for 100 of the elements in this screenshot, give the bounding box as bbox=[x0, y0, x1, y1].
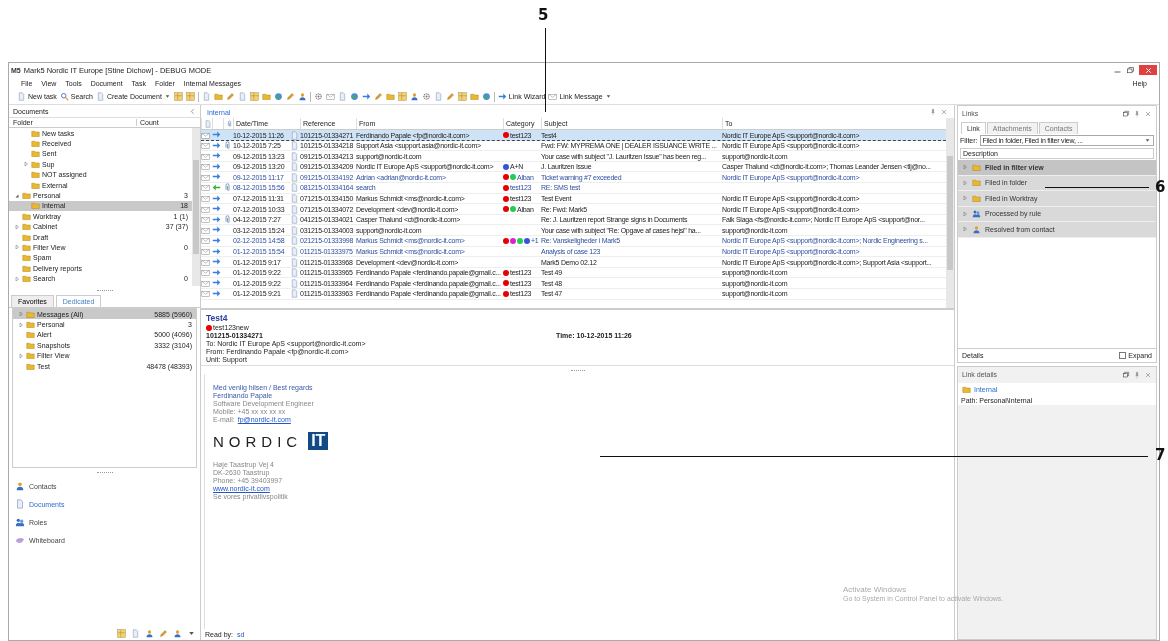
arrow-icon bbox=[497, 92, 507, 101]
close-icon bbox=[1144, 371, 1152, 379]
globe-icon bbox=[349, 92, 359, 101]
folder-icon bbox=[261, 92, 271, 101]
document-icon bbox=[433, 92, 443, 101]
callout-number: 5 bbox=[538, 6, 549, 24]
document-icon bbox=[17, 92, 26, 101]
envelope-icon bbox=[201, 194, 210, 204]
envelope-icon bbox=[201, 257, 210, 267]
chevron-icon bbox=[189, 108, 196, 115]
table-icon bbox=[397, 92, 407, 101]
toolbar-button[interactable] bbox=[421, 92, 431, 101]
table-icon bbox=[173, 92, 183, 101]
envelope-icon bbox=[201, 151, 210, 161]
restore-button[interactable] bbox=[1126, 65, 1135, 75]
expander-icon bbox=[962, 195, 968, 202]
settings-icon bbox=[313, 92, 323, 101]
toolbar-button[interactable] bbox=[273, 92, 283, 101]
callout-number: 6 bbox=[1155, 178, 1166, 196]
scrollbar[interactable] bbox=[946, 118, 954, 308]
caret-icon bbox=[163, 93, 171, 100]
toolbar-button[interactable] bbox=[173, 629, 182, 638]
envelope-icon bbox=[201, 236, 210, 246]
caret-icon bbox=[604, 93, 612, 100]
pin-icon bbox=[1133, 110, 1141, 118]
restore-icon bbox=[1122, 110, 1130, 118]
person-icon bbox=[297, 92, 307, 101]
envelope-icon bbox=[201, 141, 210, 151]
envelope-icon bbox=[201, 130, 210, 140]
person-icon bbox=[409, 92, 419, 101]
person-icon bbox=[145, 629, 154, 638]
document-icon bbox=[15, 499, 25, 509]
table-icon bbox=[457, 92, 467, 101]
document-icon bbox=[337, 92, 347, 101]
arrow-icon bbox=[361, 92, 371, 101]
document-icon bbox=[201, 92, 211, 101]
person-icon bbox=[15, 481, 25, 491]
folder-icon bbox=[385, 92, 395, 101]
message-subject: Test4 bbox=[206, 313, 229, 323]
person-icon bbox=[173, 629, 182, 638]
toolbar-button[interactable] bbox=[409, 92, 419, 101]
envelope-icon bbox=[201, 204, 210, 214]
scrollbar[interactable] bbox=[192, 128, 200, 286]
envelope-icon bbox=[201, 162, 210, 172]
pencil-icon bbox=[445, 92, 455, 101]
person-icon bbox=[972, 224, 981, 234]
envelope-icon bbox=[201, 247, 210, 257]
settings-icon bbox=[421, 92, 431, 101]
expander-icon bbox=[962, 210, 968, 217]
document-icon bbox=[237, 92, 247, 101]
caret-icon bbox=[187, 629, 196, 638]
envelope-icon bbox=[201, 215, 210, 225]
whiteboard-icon bbox=[15, 535, 25, 545]
toolbar-button[interactable] bbox=[297, 92, 307, 101]
table-icon bbox=[185, 92, 195, 101]
close-icon bbox=[940, 108, 948, 116]
envelope-icon bbox=[201, 183, 210, 193]
toolbar-button[interactable] bbox=[481, 92, 491, 101]
pin-icon bbox=[929, 108, 937, 116]
pencil-icon bbox=[285, 92, 295, 101]
toolbar-button[interactable] bbox=[145, 629, 154, 638]
callout-number: 7 bbox=[1155, 446, 1166, 464]
globe-icon bbox=[481, 92, 491, 101]
expander-icon bbox=[962, 164, 968, 171]
pencil-icon bbox=[159, 629, 168, 638]
logo-mark: IT bbox=[308, 432, 329, 450]
restore-icon bbox=[1122, 371, 1130, 379]
folder-icon bbox=[962, 385, 971, 394]
toolbar-button[interactable] bbox=[361, 92, 371, 101]
envelope-icon bbox=[201, 225, 210, 235]
pencil-icon bbox=[373, 92, 383, 101]
activation-title: Activate Windows bbox=[843, 585, 908, 594]
toolbar-button[interactable] bbox=[349, 92, 359, 101]
people-icon bbox=[972, 209, 981, 219]
caret-icon bbox=[1144, 137, 1151, 144]
people-icon bbox=[15, 517, 25, 527]
logo-wordmark: NORDIC bbox=[213, 432, 303, 450]
document-icon bbox=[131, 629, 140, 638]
envelope-icon bbox=[325, 92, 335, 101]
toolbar-button[interactable] bbox=[187, 629, 196, 638]
pin-icon bbox=[1133, 371, 1141, 379]
envelope-icon bbox=[201, 289, 210, 299]
envelope-icon bbox=[201, 268, 210, 278]
envelope-icon bbox=[201, 172, 210, 182]
close-icon bbox=[1144, 110, 1152, 118]
search-icon bbox=[59, 92, 69, 101]
table-icon bbox=[249, 92, 259, 101]
document-icon bbox=[204, 119, 212, 128]
folder-icon bbox=[213, 92, 223, 101]
toolbar-button[interactable] bbox=[313, 92, 323, 101]
close-icon bbox=[1143, 65, 1153, 75]
expander-icon bbox=[962, 179, 968, 186]
pencil-icon bbox=[225, 92, 235, 101]
globe-icon bbox=[273, 92, 283, 101]
table-icon bbox=[117, 629, 126, 638]
envelope-icon bbox=[201, 278, 210, 288]
expander-icon bbox=[962, 226, 968, 233]
document-icon bbox=[96, 92, 105, 101]
paperclip-icon bbox=[226, 119, 233, 128]
close-button[interactable] bbox=[1139, 65, 1157, 75]
